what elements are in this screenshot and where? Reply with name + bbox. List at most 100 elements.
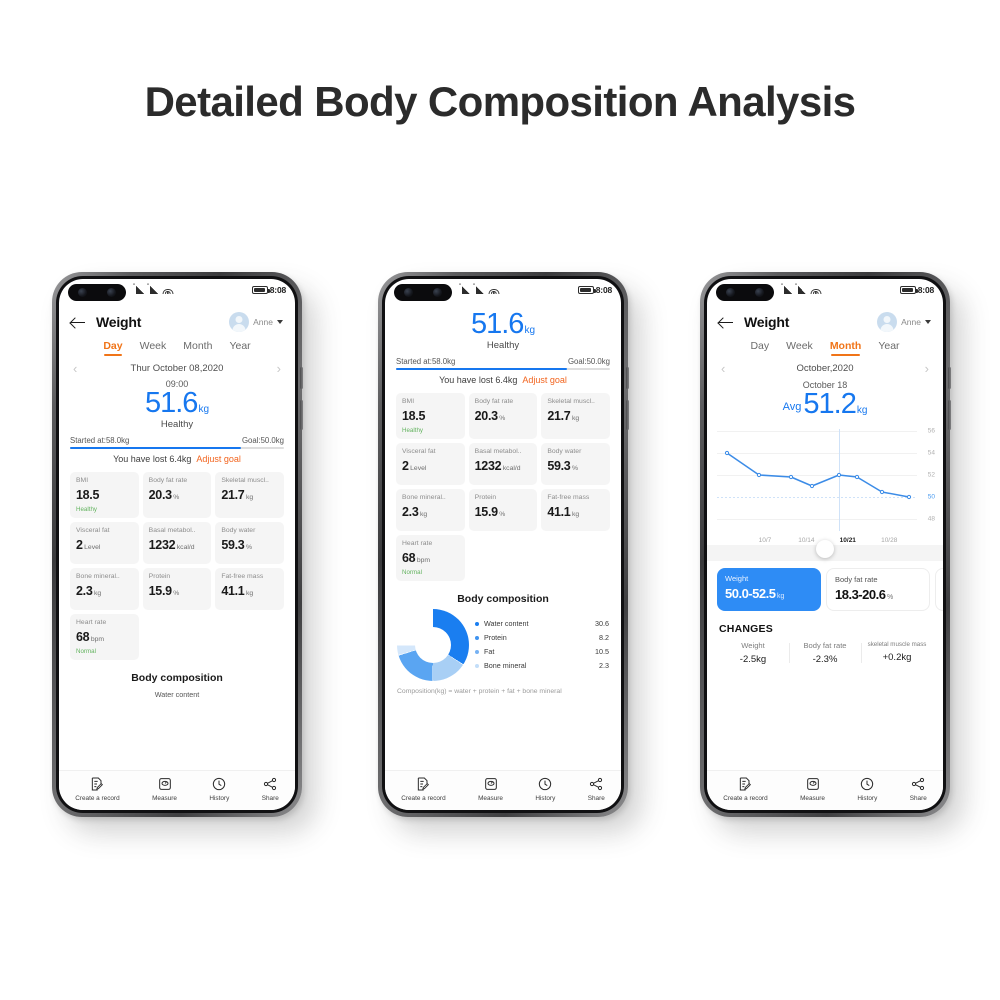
nav-measure[interactable]: Measure bbox=[800, 776, 825, 802]
app-header: Weight Anne bbox=[59, 305, 295, 335]
page-title: Detailed Body Composition Analysis bbox=[144, 78, 856, 125]
phone-button-volume-up[interactable] bbox=[300, 367, 303, 389]
next-date-icon[interactable]: › bbox=[277, 362, 281, 375]
tab-week[interactable]: Week bbox=[140, 340, 167, 356]
tab-year[interactable]: Year bbox=[229, 340, 250, 356]
metric-unit: Level bbox=[410, 464, 427, 472]
signal-bars-icon: " bbox=[133, 284, 144, 294]
metric-unit: % bbox=[173, 589, 180, 597]
avatar bbox=[229, 312, 250, 332]
chart-plot-area[interactable]: 56 54 52 50 48 bbox=[717, 425, 935, 535]
tab-day[interactable]: Day bbox=[750, 340, 769, 356]
tab-year[interactable]: Year bbox=[878, 340, 899, 356]
legend-item: Water content 30.6 bbox=[475, 617, 609, 631]
weight-value: 51.6 bbox=[144, 387, 198, 419]
nav-measure[interactable]: Measure bbox=[152, 776, 177, 802]
back-icon[interactable] bbox=[71, 316, 86, 329]
signal-bars-icon: " bbox=[473, 284, 484, 294]
share-icon bbox=[262, 776, 278, 792]
clock-icon bbox=[537, 776, 553, 792]
user-name: Anne bbox=[253, 317, 273, 327]
camera-punch-hole bbox=[68, 284, 126, 301]
nav-share[interactable]: Share bbox=[588, 776, 605, 802]
prev-date-icon[interactable]: ‹ bbox=[721, 362, 725, 375]
y-tick-highlight: 50 bbox=[927, 493, 935, 501]
phone-button-volume-up[interactable] bbox=[948, 367, 951, 389]
nav-label: Create a record bbox=[401, 795, 446, 802]
phone-button-power[interactable] bbox=[626, 400, 629, 430]
nav-share[interactable]: Share bbox=[910, 776, 927, 802]
health-status: Healthy bbox=[160, 419, 194, 431]
avg-weight-value: 51.2 bbox=[803, 388, 856, 420]
chart-scrubber-track[interactable] bbox=[707, 540, 943, 562]
adjust-goal-link[interactable]: Adjust goal bbox=[196, 454, 241, 464]
nav-measure[interactable]: Measure bbox=[478, 776, 503, 802]
metric-card-heart-rate[interactable]: Heart rate 68 bpm Normal bbox=[70, 613, 139, 660]
metric-card-bmi[interactable]: BMI 18.5 Healthy bbox=[396, 392, 465, 439]
metric-card-body-water[interactable]: Body water 59.3% bbox=[541, 442, 610, 485]
phone-button-power[interactable] bbox=[300, 400, 303, 430]
phone-bezel: " " 8:08 Weight Anne Day Week Month Year… bbox=[56, 276, 298, 813]
chevron-down-icon bbox=[277, 320, 283, 324]
tab-day[interactable]: Day bbox=[103, 340, 123, 356]
nav-history[interactable]: History bbox=[209, 776, 229, 802]
x-tick: 10/7 bbox=[758, 537, 772, 545]
legend-value: 10.5 bbox=[595, 647, 609, 657]
nav-history[interactable]: History bbox=[857, 776, 877, 802]
phone3-screen: " " 8:08 Weight Anne Day Week Month Year… bbox=[707, 279, 943, 810]
metric-card-visceral-fat[interactable]: Visceral fat 2 Level bbox=[396, 442, 465, 485]
metric-title: Fat-free mass bbox=[547, 493, 590, 501]
legend-value: 8.2 bbox=[599, 633, 609, 643]
camera-lens-icon bbox=[726, 288, 735, 297]
metric-card-bmi[interactable]: BMI 18.5 Healthy bbox=[70, 471, 139, 518]
back-icon[interactable] bbox=[719, 316, 734, 329]
tab-week[interactable]: Week bbox=[786, 340, 813, 356]
nav-history[interactable]: History bbox=[535, 776, 555, 802]
range-card-weight[interactable]: Weight 50.0-52.5 kg bbox=[717, 568, 821, 612]
metric-card-skeletal-muscle[interactable]: Skeletal muscl.. 21.7 kg bbox=[541, 392, 610, 439]
metric-card-skeletal-muscle[interactable]: Skeletal muscl.. 21.7 kg bbox=[215, 471, 284, 518]
nav-create-a-record[interactable]: Create a record bbox=[723, 776, 768, 802]
nav-label: History bbox=[209, 795, 230, 802]
status-time: 8:08 bbox=[269, 285, 286, 295]
tab-month[interactable]: Month bbox=[830, 340, 861, 356]
metric-card-body-fat-rate[interactable]: Body fat rate 20.3% bbox=[142, 471, 212, 518]
nav-create-a-record[interactable]: Create a record bbox=[75, 776, 120, 802]
range-card-row: Weight 50.0-52.5 kg Body fat rate 18.3-20… bbox=[707, 561, 943, 612]
current-date: Thur October 08,2020 bbox=[130, 363, 224, 374]
next-date-icon[interactable]: › bbox=[925, 362, 929, 375]
metric-card-bone-mineral[interactable]: Bone mineral.. 2.3 kg bbox=[70, 567, 139, 610]
metric-card-fat-free-mass[interactable]: Fat-free mass 41.1 kg bbox=[541, 488, 610, 531]
composition-formula-note: Composition(kg) = water + protein + fat … bbox=[397, 687, 562, 695]
tab-month[interactable]: Month bbox=[183, 340, 212, 356]
metric-card-body-fat-rate[interactable]: Body fat rate 20.3% bbox=[468, 392, 538, 439]
weight-lost-text: You have lost 6.4kg bbox=[439, 374, 518, 385]
nav-create-a-record[interactable]: Create a record bbox=[401, 776, 446, 802]
prev-date-icon[interactable]: ‹ bbox=[73, 362, 77, 375]
metric-value: 59.3 bbox=[547, 458, 571, 473]
metric-card-protein[interactable]: Protein 15.9% bbox=[468, 488, 538, 531]
metric-card-basal-metabolism[interactable]: Basal metabol.. 1232 kcal/d bbox=[142, 521, 212, 564]
metric-value: 2 bbox=[402, 458, 409, 473]
metric-card-protein[interactable]: Protein 15.9% bbox=[142, 567, 212, 610]
metric-card-heart-rate[interactable]: Heart rate 68 bpm Normal bbox=[396, 534, 465, 581]
chart-scrubber-thumb[interactable] bbox=[815, 540, 834, 559]
adjust-goal-link[interactable]: Adjust goal bbox=[522, 375, 567, 385]
legend-dot-fat bbox=[475, 649, 479, 654]
user-switcher[interactable]: Anne bbox=[229, 312, 283, 332]
metric-card-visceral-fat[interactable]: Visceral fat 2 Level bbox=[70, 521, 139, 564]
phone-button-volume-up[interactable] bbox=[626, 367, 629, 389]
date-navigator: ‹ Thur October 08,2020 › bbox=[59, 359, 295, 375]
metric-card-bone-mineral[interactable]: Bone mineral.. 2.3 kg bbox=[396, 488, 465, 531]
goal-start-label: Started at:58.0kg bbox=[396, 357, 456, 367]
phone-button-power[interactable] bbox=[948, 400, 951, 430]
range-card-partial[interactable] bbox=[935, 568, 943, 612]
metric-value: 18.5 bbox=[402, 408, 426, 423]
metric-card-basal-metabolism[interactable]: Basal metabol.. 1232 kcal/d bbox=[468, 442, 538, 485]
range-card-body-fat-rate[interactable]: Body fat rate 18.3-20.6% bbox=[826, 568, 930, 612]
user-switcher[interactable]: Anne bbox=[877, 312, 931, 332]
metric-card-body-water[interactable]: Body water 59.3% bbox=[215, 521, 284, 564]
nav-share[interactable]: Share bbox=[262, 776, 279, 802]
change-label: Weight bbox=[741, 641, 765, 651]
metric-card-fat-free-mass[interactable]: Fat-free mass 41.1 kg bbox=[215, 567, 284, 610]
